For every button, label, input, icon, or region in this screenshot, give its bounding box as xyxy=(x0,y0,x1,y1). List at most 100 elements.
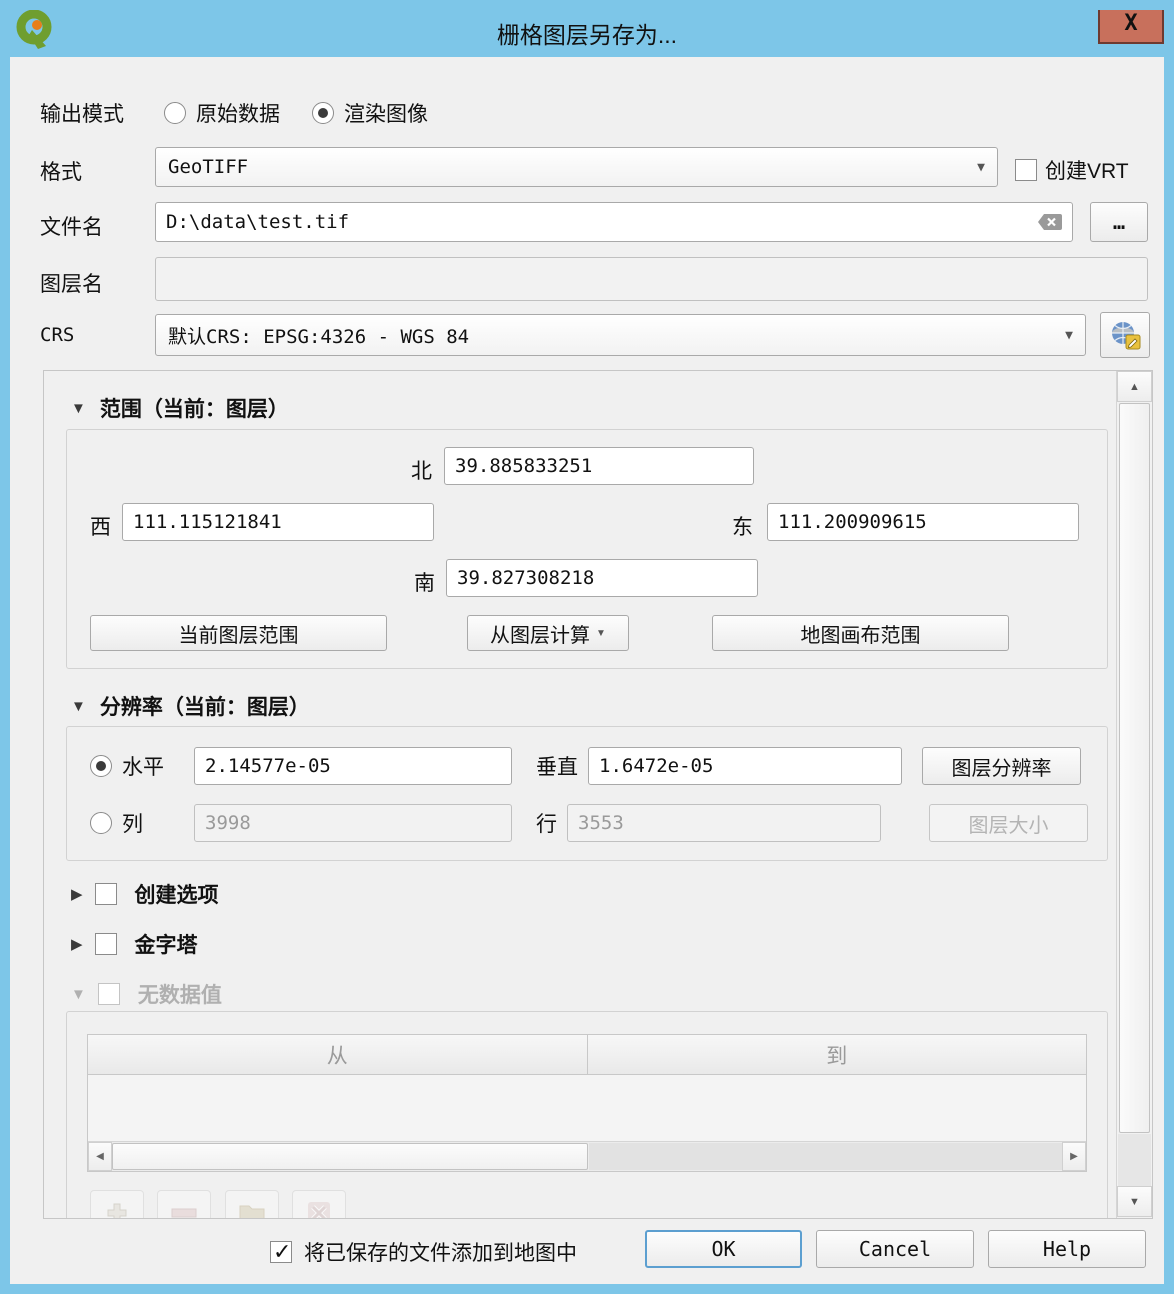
columns-input[interactable] xyxy=(194,804,512,842)
radio-resolution[interactable] xyxy=(90,755,112,777)
vscroll-thumb[interactable] xyxy=(1119,403,1150,1133)
horizontal-resolution-input[interactable] xyxy=(194,747,512,785)
create-options-title[interactable]: 创建选项 xyxy=(135,879,219,909)
create-options-checkbox[interactable] xyxy=(94,883,117,905)
x-icon xyxy=(308,1202,330,1218)
pyramids-title[interactable]: 金字塔 xyxy=(135,929,198,959)
extent-groupbox: 北 西 东 南 当前图层范围 从图层计算 ▼ xyxy=(66,429,1108,669)
scroll-down-icon[interactable]: ▼ xyxy=(1117,1186,1152,1217)
ok-button[interactable]: OK xyxy=(645,1230,802,1268)
current-layer-extent-label: 当前图层范围 xyxy=(178,624,299,647)
filename-label: 文件名 xyxy=(40,216,103,239)
map-canvas-extent-label: 地图画布范围 xyxy=(800,624,921,647)
radio-rendered-image-label[interactable]: 渲染图像 xyxy=(344,98,428,128)
rows-label: 行 xyxy=(536,813,557,836)
layer-size-button[interactable]: 图层大小 xyxy=(929,804,1088,842)
nodata-table: 从 到 ◀ ▶ xyxy=(87,1034,1087,1172)
layer-resolution-label: 图层分辨率 xyxy=(951,757,1052,780)
north-input[interactable] xyxy=(444,447,754,485)
layer-resolution-button[interactable]: 图层分辨率 xyxy=(922,747,1081,785)
folder-icon xyxy=(239,1205,265,1218)
crs-value: 默认CRS: EPSG:4326 - WGS 84 xyxy=(168,325,470,348)
scroll-left-icon[interactable]: ◀ xyxy=(88,1142,112,1171)
help-button[interactable]: Help xyxy=(988,1230,1146,1268)
dialog-title: 栅格图层另存为... xyxy=(496,22,678,48)
hscroll-thumb[interactable] xyxy=(112,1143,588,1170)
format-select[interactable]: GeoTIFF ▼ xyxy=(155,147,998,187)
globe-edit-icon xyxy=(1112,322,1141,350)
vertical-label: 垂直 xyxy=(536,756,578,779)
radio-raw-data[interactable] xyxy=(164,102,186,124)
nodata-to-header: 到 xyxy=(587,1035,1086,1075)
east-label: 东 xyxy=(732,516,753,539)
create-vrt-label[interactable]: 创建VRT xyxy=(1045,155,1129,185)
create-vrt-checkbox[interactable] xyxy=(1015,159,1037,181)
layername-label: 图层名 xyxy=(40,273,103,296)
add-to-map-checkbox[interactable] xyxy=(270,1239,292,1265)
east-input[interactable] xyxy=(767,503,1079,541)
current-layer-extent-button[interactable]: 当前图层范围 xyxy=(90,615,387,651)
rows-input[interactable] xyxy=(567,804,881,842)
nodata-checkbox[interactable] xyxy=(97,983,120,1005)
collapse-triangle-icon[interactable]: ▼ xyxy=(71,698,86,715)
crs-select[interactable]: 默认CRS: EPSG:4326 - WGS 84 ▼ xyxy=(155,314,1086,356)
load-nodata-button[interactable] xyxy=(225,1190,279,1218)
extent-section-title[interactable]: 范围（当前：图层） xyxy=(100,393,289,423)
collapse-triangle-icon[interactable]: ▼ xyxy=(71,400,86,417)
chevron-down-icon: ▼ xyxy=(596,627,606,639)
radio-raw-data-label[interactable]: 原始数据 xyxy=(196,98,280,128)
pyramids-checkbox[interactable] xyxy=(94,933,117,955)
chevron-down-icon: ▼ xyxy=(1065,327,1073,343)
resolution-groupbox: 水平 垂直 图层分辨率 列 行 图层大小 xyxy=(66,726,1108,861)
south-label: 南 xyxy=(414,572,435,595)
map-canvas-extent-button[interactable]: 地图画布范围 xyxy=(712,615,1009,651)
expand-triangle-icon[interactable]: ▶ xyxy=(71,885,83,903)
nodata-title[interactable]: 无数据值 xyxy=(138,979,222,1009)
chevron-down-icon: ▼ xyxy=(977,159,985,175)
resolution-section-title[interactable]: 分辨率（当前：图层） xyxy=(100,691,310,721)
scroll-up-icon[interactable]: ▲ xyxy=(1117,371,1152,402)
horizontal-label[interactable]: 水平 xyxy=(122,751,184,781)
minus-icon xyxy=(171,1208,197,1218)
save-raster-dialog: 栅格图层另存为... X 输出模式 原始数据 渲染图像 格式 GeoTIFF ▼… xyxy=(0,0,1174,1294)
nodata-table-body xyxy=(88,1075,1086,1141)
format-label: 格式 xyxy=(40,161,82,184)
calc-from-layer-label: 从图层计算 xyxy=(490,624,591,647)
add-to-map-label[interactable]: 将已保存的文件添加到地图中 xyxy=(304,1237,577,1267)
radio-size[interactable] xyxy=(90,812,112,834)
browse-button[interactable]: … xyxy=(1090,202,1148,242)
options-scrollarea: ▼ 范围（当前：图层） 北 西 东 南 当前图层范围 从图层计 xyxy=(43,370,1153,1219)
expand-triangle-icon[interactable]: ▶ xyxy=(71,935,83,953)
west-input[interactable] xyxy=(122,503,434,541)
columns-label[interactable]: 列 xyxy=(122,808,184,838)
remove-nodata-row-button[interactable] xyxy=(157,1190,211,1218)
north-label: 北 xyxy=(411,460,432,483)
hscroll-track xyxy=(589,1143,1062,1170)
collapse-triangle-icon[interactable]: ▼ xyxy=(71,986,86,1003)
cancel-button[interactable]: Cancel xyxy=(816,1230,974,1268)
plus-icon xyxy=(107,1203,127,1218)
south-input[interactable] xyxy=(446,559,758,597)
nodata-groupbox: 从 到 ◀ ▶ xyxy=(66,1011,1108,1218)
west-label: 西 xyxy=(90,516,111,539)
layer-size-label: 图层大小 xyxy=(968,814,1049,837)
crs-label: CRS xyxy=(40,324,75,346)
calc-from-layer-button[interactable]: 从图层计算 ▼ xyxy=(467,615,629,651)
clear-text-icon[interactable] xyxy=(1037,213,1063,236)
nodata-hscrollbar[interactable]: ◀ ▶ xyxy=(88,1141,1086,1171)
format-value: GeoTIFF xyxy=(168,156,249,178)
filename-input[interactable] xyxy=(155,202,1073,242)
output-mode-label: 输出模式 xyxy=(40,103,124,126)
vertical-resolution-input[interactable] xyxy=(588,747,902,785)
close-button[interactable]: X xyxy=(1098,10,1164,44)
vscroll-track[interactable] xyxy=(1118,1134,1151,1186)
crs-picker-button[interactable] xyxy=(1100,312,1150,358)
layername-input[interactable] xyxy=(155,257,1148,301)
scroll-right-icon[interactable]: ▶ xyxy=(1062,1142,1086,1171)
nodata-from-header: 从 xyxy=(88,1035,588,1075)
vertical-scrollbar[interactable]: ▲ ▼ xyxy=(1116,371,1152,1218)
delete-nodata-button[interactable] xyxy=(292,1190,346,1218)
titlebar[interactable]: 栅格图层另存为... X xyxy=(10,10,1164,57)
radio-rendered-image[interactable] xyxy=(312,102,334,124)
add-nodata-row-button[interactable] xyxy=(90,1190,144,1218)
